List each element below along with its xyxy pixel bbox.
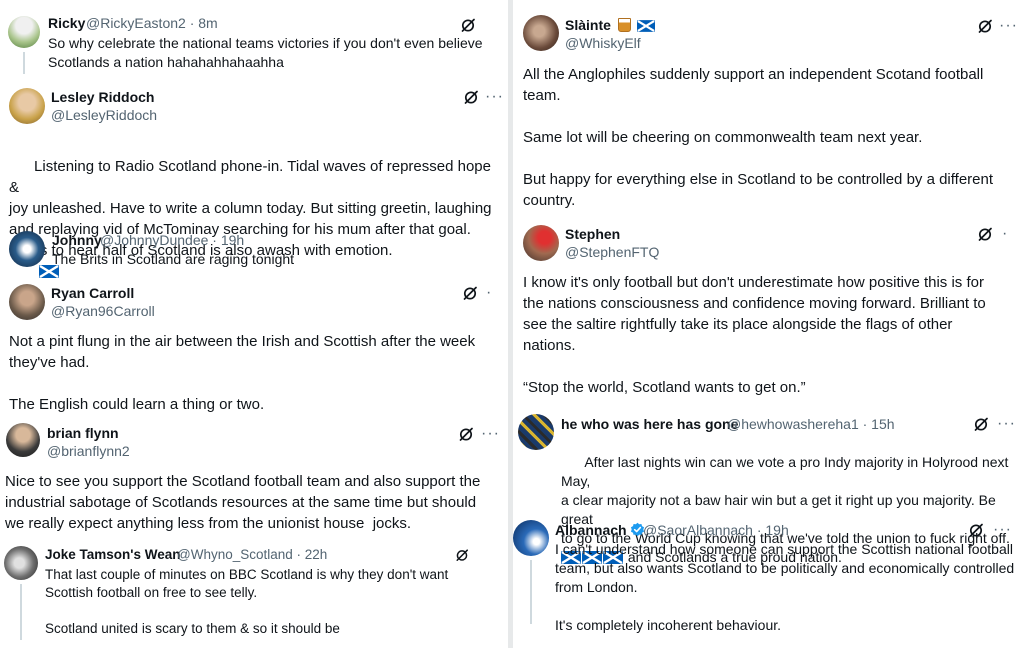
more-icon[interactable]: ··· [999,18,1018,34]
author-name[interactable]: brian flynn [47,424,119,443]
thread-line [23,52,25,74]
grok-icon[interactable] [463,89,479,105]
author-name[interactable]: Johnny [52,231,102,250]
author-name[interactable]: Ricky [48,14,85,33]
post-stephen[interactable]: Stephen @StephenFTQ · I know it's only f… [513,220,1026,408]
author-handle[interactable]: @SaorAlbannach · 19h [643,521,789,540]
whisky-glass-icon [617,18,631,32]
thread-line [530,560,532,624]
author-name[interactable]: he who was here has gone [561,415,738,434]
grok-icon[interactable] [462,285,478,301]
grok-icon[interactable] [458,426,474,442]
post-johnny[interactable]: Johnny @JohnnyDundee · 19h The Brits in … [0,225,508,280]
thread-line [20,584,22,640]
left-panel: Ricky @RickyEaston2 · 8m So why celebrat… [0,0,508,648]
grok-icon[interactable] [977,18,993,34]
grok-icon[interactable] [973,416,989,432]
post-text: Nice to see you support the Scotland foo… [5,473,481,532]
author-name[interactable]: Ryan Carroll [51,284,134,303]
author-handle[interactable]: @LesleyRiddoch [51,106,157,125]
grok-icon[interactable] [455,548,469,562]
scotland-flag-icon [637,20,655,32]
author-name[interactable]: Slàinte [565,16,656,35]
avatar[interactable] [9,284,45,320]
author-handle[interactable]: @JohnnyDundee · 19h [100,231,244,250]
author-name-text: Slàinte [565,17,611,33]
author-handle[interactable]: @Ryan96Carroll [51,302,155,321]
post-text: So why celebrate the national teams vict… [48,35,483,70]
post-text: All the Anglophiles suddenly support an … [523,66,994,209]
more-icon[interactable]: · [1002,226,1008,242]
post-text: I can't understand how someone can suppo… [555,541,1015,633]
grok-icon[interactable] [460,17,476,33]
post-text: That last couple of minutes on BBC Scotl… [45,567,449,636]
author-handle[interactable]: @brianflynn2 [47,442,130,461]
avatar[interactable] [6,423,40,457]
author-handle[interactable]: @hewhowashereha1 · 15h [727,415,895,434]
post-lesley-riddoch[interactable]: Lesley Riddoch @LesleyRiddoch ··· Listen… [0,80,508,225]
more-icon[interactable]: ··· [997,416,1016,432]
grok-icon[interactable] [977,226,993,242]
post-brian-flynn[interactable]: brian flynn @brianflynn2 ··· Nice to see… [0,420,508,540]
post-ryan-carroll[interactable]: Ryan Carroll @Ryan96Carroll · Not a pint… [0,280,508,420]
author-name[interactable]: Stephen [565,225,620,244]
more-icon[interactable]: ··· [485,89,504,105]
avatar[interactable] [523,225,559,261]
author-handle[interactable]: @RickyEaston2 · 8m [86,14,218,33]
more-icon[interactable]: ··· [481,426,500,442]
author-name-text: Albannach [555,522,627,538]
avatar[interactable] [513,520,549,556]
post-text: The Brits in Scotland are raging tonight [52,251,295,267]
avatar[interactable] [9,88,45,124]
grok-icon[interactable] [968,522,984,538]
more-icon[interactable]: ··· [993,522,1012,538]
post-albannach[interactable]: Albannach @SaorAlbannach · 19h ··· I can… [513,514,1026,648]
post-joke-tamsons-wean[interactable]: Joke Tamson's Wean @Whyno_Scotland · 22h… [0,540,508,648]
post-text: Not a pint flung in the air between the … [9,333,476,413]
avatar[interactable] [523,15,559,51]
author-handle[interactable]: @StephenFTQ [565,243,659,262]
avatar[interactable] [4,546,38,580]
author-name[interactable]: Lesley Riddoch [51,88,154,107]
avatar[interactable] [8,16,40,48]
author-name[interactable]: Albannach [555,521,645,540]
more-icon[interactable]: · [486,285,492,301]
right-panel: Slàinte @WhiskyElf ··· All the Anglophil… [513,0,1026,648]
post-text: I know it's only football but don't unde… [523,274,986,396]
author-handle[interactable]: @WhiskyElf [565,34,641,53]
avatar[interactable] [518,414,554,450]
post-ricky[interactable]: Ricky @RickyEaston2 · 8m So why celebrat… [0,0,508,80]
post-hewhowashereha1[interactable]: he who was here has gone @hewhowashereha… [513,408,1026,565]
author-name[interactable]: Joke Tamson's Wean [45,546,181,564]
avatar[interactable] [9,231,45,267]
post-slainte[interactable]: Slàinte @WhiskyElf ··· All the Anglophil… [513,0,1026,220]
author-handle[interactable]: @Whyno_Scotland · 22h [177,546,327,564]
